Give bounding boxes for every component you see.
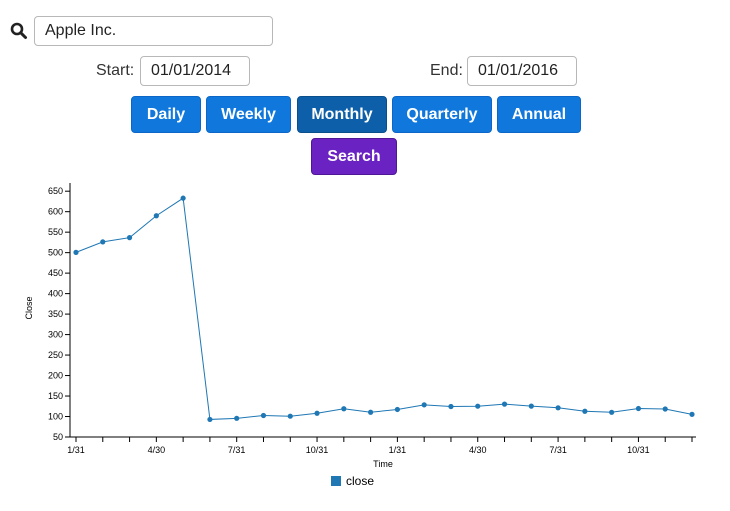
close-data-point bbox=[234, 415, 240, 421]
close-data-point bbox=[475, 403, 481, 409]
close-data-point bbox=[501, 401, 508, 407]
y-tick-label: 500 bbox=[48, 248, 63, 258]
y-tick-label: 300 bbox=[48, 330, 63, 340]
quarterly-button[interactable]: Quarterly bbox=[392, 96, 492, 133]
close-data-point bbox=[448, 403, 454, 410]
legend: close bbox=[331, 474, 374, 488]
close-series-line bbox=[75, 197, 693, 420]
y-axis: 50 100 150 200 250 300 350 400 450 500 550 600 650 bbox=[48, 183, 71, 442]
close-data-point bbox=[528, 403, 534, 409]
search-input[interactable] bbox=[34, 16, 273, 46]
close-data-point bbox=[153, 213, 159, 219]
close-data-point bbox=[287, 413, 293, 419]
close-data-point bbox=[421, 402, 427, 408]
legend-swatch-close bbox=[331, 476, 341, 486]
search-icon[interactable] bbox=[10, 22, 28, 40]
y-tick-label: 550 bbox=[48, 227, 63, 237]
close-data-point bbox=[662, 406, 668, 412]
close-data-point bbox=[635, 405, 642, 412]
x-axis-label: Time bbox=[373, 459, 393, 469]
daily-button[interactable]: Daily bbox=[131, 96, 201, 133]
y-tick-label: 400 bbox=[48, 289, 63, 299]
y-tick-label: 350 bbox=[48, 309, 63, 319]
x-axis: 1/31 4/30 7/31 10/31 1/31 4/30 7/31 10/31 bbox=[67, 436, 696, 455]
close-data-point bbox=[260, 412, 267, 419]
close-data-point bbox=[341, 406, 347, 412]
close-data-point bbox=[180, 195, 186, 201]
close-data-point bbox=[609, 409, 615, 415]
x-tick-label: 7/31 bbox=[228, 445, 246, 455]
end-date-input[interactable] bbox=[467, 56, 577, 86]
start-date-label: Start: bbox=[96, 62, 135, 79]
legend-label-close: close bbox=[346, 474, 374, 488]
annual-button[interactable]: Annual bbox=[497, 96, 581, 133]
search-bar bbox=[10, 16, 273, 46]
x-tick-label: 7/31 bbox=[549, 445, 567, 455]
y-axis-label: Close bbox=[24, 296, 34, 319]
close-data-point bbox=[689, 411, 695, 417]
close-data-point bbox=[73, 249, 79, 255]
y-tick-label: 600 bbox=[48, 207, 63, 217]
plot-area bbox=[73, 195, 695, 423]
close-data-point bbox=[314, 410, 320, 416]
close-data-point bbox=[368, 409, 374, 415]
monthly-button[interactable]: Monthly bbox=[297, 96, 387, 133]
y-tick-label: 50 bbox=[53, 432, 63, 442]
y-tick-label: 450 bbox=[48, 268, 63, 278]
y-tick-label: 250 bbox=[48, 350, 63, 360]
x-tick-label: 10/31 bbox=[627, 445, 650, 455]
end-date-label: End: bbox=[430, 62, 463, 79]
x-tick-label: 1/31 bbox=[389, 445, 407, 455]
x-tick-label: 1/31 bbox=[67, 445, 85, 455]
x-tick-label: 4/30 bbox=[469, 445, 487, 455]
y-tick-label: 200 bbox=[48, 371, 63, 381]
close-data-point bbox=[126, 235, 133, 241]
close-data-point bbox=[100, 239, 106, 245]
x-tick-label: 10/31 bbox=[306, 445, 329, 455]
x-tick-label: 4/30 bbox=[148, 445, 166, 455]
close-data-point bbox=[555, 405, 561, 411]
y-tick-label: 150 bbox=[48, 391, 63, 401]
y-tick-label: 100 bbox=[48, 412, 63, 422]
close-data-point bbox=[207, 416, 213, 423]
y-tick-label: 650 bbox=[48, 186, 63, 196]
close-data-point bbox=[582, 408, 588, 414]
start-date-input[interactable] bbox=[140, 56, 250, 86]
search-button[interactable]: Search bbox=[311, 138, 397, 175]
close-data-point bbox=[394, 406, 400, 413]
weekly-button[interactable]: Weekly bbox=[206, 96, 291, 133]
